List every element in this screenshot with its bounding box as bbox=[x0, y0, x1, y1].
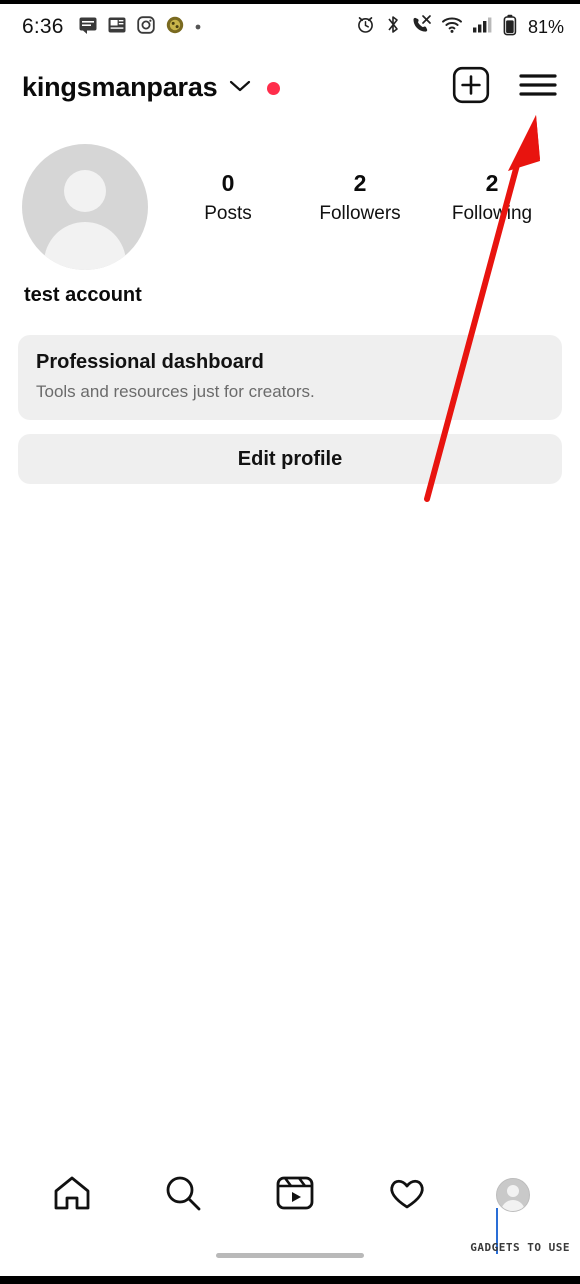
alarm-icon bbox=[355, 14, 376, 40]
wifi-icon bbox=[441, 14, 463, 40]
profile-full-name: test account bbox=[24, 284, 142, 306]
professional-dashboard-subtitle: Tools and resources just for creators. bbox=[36, 382, 315, 401]
bottom-navigation bbox=[0, 1158, 580, 1232]
status-clock: 6:36 bbox=[22, 15, 64, 38]
instagram-icon bbox=[136, 15, 156, 40]
battery-percent-label: 81% bbox=[527, 16, 564, 37]
hamburger-menu-icon[interactable] bbox=[518, 70, 558, 105]
dot-icon bbox=[194, 18, 202, 36]
messages-icon bbox=[78, 15, 98, 40]
professional-dashboard-card[interactable]: Professional dashboard Tools and resourc… bbox=[18, 335, 562, 420]
default-avatar-icon[interactable] bbox=[22, 144, 148, 270]
avatar-body-shape bbox=[44, 222, 126, 270]
account-username[interactable]: kingsmanparas bbox=[22, 72, 218, 103]
chevron-down-icon[interactable] bbox=[229, 79, 251, 98]
search-icon[interactable] bbox=[161, 1171, 205, 1220]
nav-avatar-head-shape bbox=[507, 1185, 520, 1197]
bluetooth-icon bbox=[385, 14, 401, 40]
profile-cards: Professional dashboard Tools and resourc… bbox=[0, 307, 580, 484]
nav-home[interactable] bbox=[50, 1171, 94, 1220]
nav-search[interactable] bbox=[161, 1171, 205, 1220]
nav-likes[interactable] bbox=[385, 1171, 429, 1220]
profile-avatar-icon[interactable] bbox=[496, 1178, 531, 1212]
avatar-container[interactable] bbox=[22, 144, 152, 270]
nav-avatar-body-shape bbox=[501, 1200, 526, 1211]
header-actions bbox=[452, 66, 558, 109]
profile-summary: 0 Posts 2 Followers 2 Following bbox=[0, 124, 580, 270]
stat-following[interactable]: 2 Following bbox=[437, 170, 547, 225]
reels-icon[interactable] bbox=[273, 1171, 317, 1220]
news-icon bbox=[107, 15, 127, 40]
nav-profile[interactable] bbox=[496, 1178, 531, 1212]
phone-frame: 6:36 81% kingsmanparas 0 Posts 2 Followe… bbox=[0, 0, 580, 1284]
battery-icon bbox=[503, 14, 517, 41]
cellular-signal-icon bbox=[472, 14, 494, 40]
status-bar: 6:36 81% bbox=[0, 4, 580, 50]
stat-followers-label: Followers bbox=[319, 203, 401, 224]
call-mute-icon bbox=[410, 14, 432, 40]
app-icon bbox=[165, 15, 185, 40]
heart-icon[interactable] bbox=[385, 1171, 429, 1220]
phone-screen: 6:36 81% kingsmanparas 0 Posts 2 Followe… bbox=[0, 4, 580, 1276]
home-indicator[interactable] bbox=[216, 1253, 364, 1258]
professional-dashboard-title: Professional dashboard bbox=[36, 351, 264, 373]
stat-following-value: 2 bbox=[485, 170, 499, 196]
stat-following-label: Following bbox=[451, 203, 533, 224]
profile-header: kingsmanparas bbox=[0, 50, 580, 124]
profile-stats: 0 Posts 2 Followers 2 Following bbox=[152, 144, 558, 225]
avatar-head-shape bbox=[64, 170, 106, 212]
stat-followers-value: 2 bbox=[353, 170, 367, 196]
home-icon[interactable] bbox=[50, 1171, 94, 1220]
status-badge bbox=[267, 81, 281, 95]
status-system-icons: 81% bbox=[355, 14, 564, 41]
watermark-label: GADGETS TO USE bbox=[470, 1241, 570, 1254]
edit-profile-button[interactable]: Edit profile bbox=[18, 434, 562, 484]
stat-posts[interactable]: 0 Posts bbox=[173, 170, 283, 225]
plus-square-icon[interactable] bbox=[452, 66, 490, 109]
stat-posts-value: 0 bbox=[221, 170, 235, 196]
nav-reels[interactable] bbox=[273, 1171, 317, 1220]
stat-posts-label: Posts bbox=[204, 203, 252, 224]
stat-followers[interactable]: 2 Followers bbox=[305, 170, 415, 225]
status-notification-icons bbox=[78, 15, 202, 40]
